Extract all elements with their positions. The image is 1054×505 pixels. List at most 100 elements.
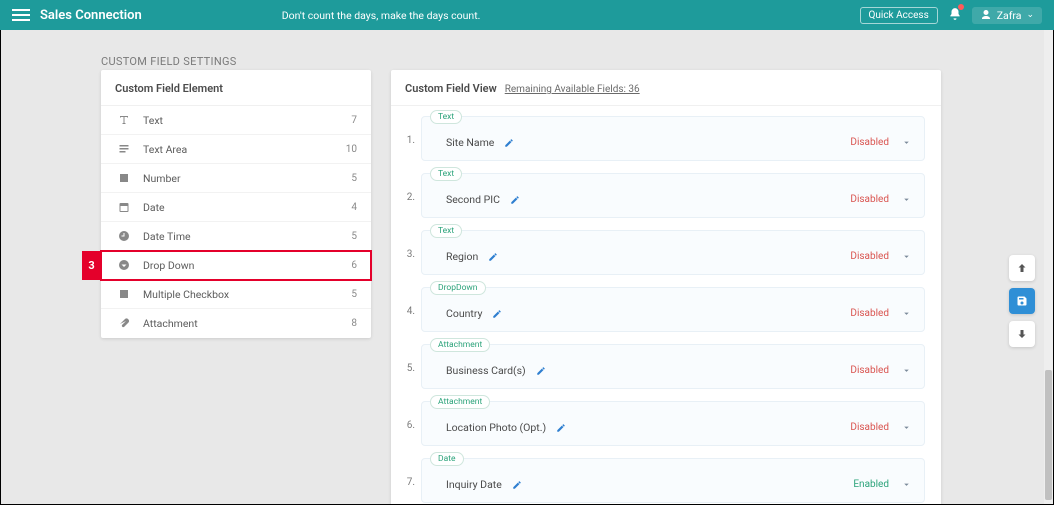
field-status: Disabled xyxy=(850,194,889,205)
notifications-icon[interactable] xyxy=(948,6,962,25)
field-type-tag: Text xyxy=(430,167,462,181)
app-brand: Sales Connection xyxy=(40,8,142,23)
field-status: Disabled xyxy=(850,251,889,262)
element-type-text[interactable]: Text7 xyxy=(101,106,371,135)
user-menu[interactable]: Zafra ⌄ xyxy=(972,7,1042,24)
field-number: 6. xyxy=(399,401,421,431)
datetime-icon xyxy=(115,230,133,242)
step-badge: 3 xyxy=(82,251,101,280)
side-action-bar xyxy=(1009,255,1035,347)
field-number: 5. xyxy=(399,344,421,374)
element-type-number[interactable]: Number5 xyxy=(101,164,371,193)
field-name: Region xyxy=(446,250,478,263)
save-button[interactable] xyxy=(1009,288,1035,314)
scrollbar-thumb[interactable] xyxy=(1045,370,1052,500)
element-type-date-time[interactable]: Date Time5 xyxy=(101,222,371,251)
element-label: Attachment xyxy=(143,317,351,330)
edit-icon[interactable] xyxy=(510,190,520,209)
view-panel-header: Custom Field View xyxy=(405,82,497,95)
edit-icon[interactable] xyxy=(536,361,546,380)
chevron-down-icon[interactable] xyxy=(901,304,912,323)
element-label: Date xyxy=(143,201,351,214)
top-bar: Sales Connection Don't count the days, m… xyxy=(0,0,1054,30)
field-name: Country xyxy=(446,307,482,320)
chevron-down-icon[interactable] xyxy=(901,133,912,152)
element-count: 4 xyxy=(351,202,357,213)
edit-icon[interactable] xyxy=(512,475,522,494)
field-type-tag: Date xyxy=(430,452,464,466)
date-icon xyxy=(115,201,133,213)
field-number: 4. xyxy=(399,287,421,317)
remaining-fields-link[interactable]: Remaining Available Fields: 36 xyxy=(505,84,640,95)
attachment-icon xyxy=(115,318,133,330)
element-label: Number xyxy=(143,172,351,185)
checkbox-icon xyxy=(115,288,133,300)
edit-icon[interactable] xyxy=(488,247,498,266)
field-name: Location Photo (Opt.) xyxy=(446,421,546,434)
field-card[interactable]: TextSite NameDisabled xyxy=(421,116,925,161)
chevron-down-icon[interactable] xyxy=(901,361,912,380)
custom-field-element-panel: Custom Field Element Text7Text Area10Num… xyxy=(101,70,371,338)
field-type-tag: Text xyxy=(430,110,462,124)
hamburger-menu-icon[interactable] xyxy=(12,9,30,21)
move-up-button[interactable] xyxy=(1009,255,1035,281)
field-type-tag: Text xyxy=(430,224,462,238)
field-number: 1. xyxy=(399,116,421,146)
chevron-down-icon[interactable] xyxy=(901,418,912,437)
tagline-text: Don't count the days, make the days coun… xyxy=(282,9,481,22)
element-count: 5 xyxy=(351,231,357,242)
field-card[interactable]: TextSecond PICDisabled xyxy=(421,173,925,218)
field-card[interactable]: DateInquiry DateEnabled xyxy=(421,458,925,503)
field-number: 3. xyxy=(399,230,421,260)
field-card[interactable]: TextRegionDisabled xyxy=(421,230,925,275)
text-icon xyxy=(115,114,133,126)
field-row: 4.DropDownCountryDisabled xyxy=(399,287,925,332)
quick-access-button[interactable]: Quick Access xyxy=(860,7,938,24)
move-down-button[interactable] xyxy=(1009,321,1035,347)
field-type-tag: Attachment xyxy=(430,395,490,409)
page-title: CUSTOM FIELD SETTINGS xyxy=(101,55,237,68)
field-row: 7.DateInquiry DateEnabled xyxy=(399,458,925,503)
element-label: Text xyxy=(143,114,351,127)
custom-field-view-panel: Custom Field View Remaining Available Fi… xyxy=(391,70,941,505)
element-count: 5 xyxy=(351,173,357,184)
edit-icon[interactable] xyxy=(556,418,566,437)
number-icon xyxy=(115,172,133,184)
field-status: Disabled xyxy=(850,308,889,319)
element-count: 7 xyxy=(351,115,357,126)
dropdown-icon xyxy=(115,259,133,271)
field-row: 2.TextSecond PICDisabled xyxy=(399,173,925,218)
field-number: 7. xyxy=(399,458,421,488)
user-name: Zafra xyxy=(997,9,1022,22)
field-status: Disabled xyxy=(850,365,889,376)
element-type-date[interactable]: Date4 xyxy=(101,193,371,222)
element-type-attachment[interactable]: Attachment8 xyxy=(101,309,371,338)
elements-panel-header: Custom Field Element xyxy=(101,70,371,106)
field-card[interactable]: DropDownCountryDisabled xyxy=(421,287,925,332)
field-name: Site Name xyxy=(446,136,494,149)
chevron-down-icon: ⌄ xyxy=(1026,10,1034,20)
field-type-tag: DropDown xyxy=(430,281,486,295)
element-count: 10 xyxy=(346,144,357,155)
field-row: 1.TextSite NameDisabled xyxy=(399,116,925,161)
chevron-down-icon[interactable] xyxy=(901,475,912,494)
avatar-icon xyxy=(980,9,992,21)
element-type-text-area[interactable]: Text Area10 xyxy=(101,135,371,164)
field-type-tag: Attachment xyxy=(430,338,490,352)
chevron-down-icon[interactable] xyxy=(901,247,912,266)
field-number: 2. xyxy=(399,173,421,203)
scrollbar[interactable] xyxy=(1044,30,1053,504)
edit-icon[interactable] xyxy=(492,304,502,323)
field-row: 5.AttachmentBusiness Card(s)Disabled xyxy=(399,344,925,389)
edit-icon[interactable] xyxy=(504,133,514,152)
chevron-down-icon[interactable] xyxy=(901,190,912,209)
notification-dot xyxy=(958,4,964,10)
element-type-drop-down[interactable]: 3Drop Down6 xyxy=(101,251,371,280)
field-card[interactable]: AttachmentLocation Photo (Opt.)Disabled xyxy=(421,401,925,446)
field-name: Inquiry Date xyxy=(446,478,502,491)
field-card[interactable]: AttachmentBusiness Card(s)Disabled xyxy=(421,344,925,389)
element-type-multiple-checkbox[interactable]: Multiple Checkbox5 xyxy=(101,280,371,309)
field-row: 3.TextRegionDisabled xyxy=(399,230,925,275)
element-label: Drop Down xyxy=(143,259,351,272)
field-status: Enabled xyxy=(853,479,889,490)
